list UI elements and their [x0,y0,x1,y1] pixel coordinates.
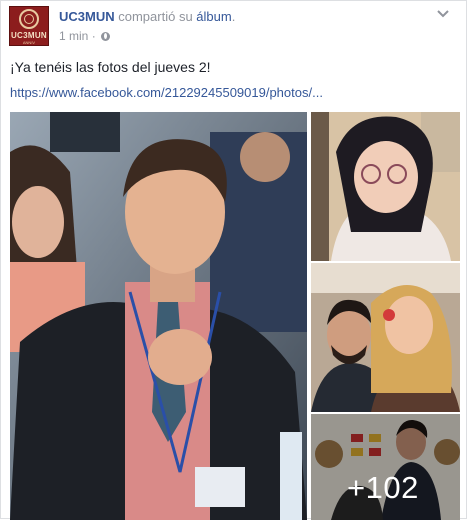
page-name-link[interactable]: UC3MUN [59,9,115,24]
seal-icon [19,9,39,29]
chevron-down-icon[interactable] [437,9,449,19]
trailing-punctuation: . [231,9,236,24]
post-meta: 1 min · [59,29,111,43]
post-header: UC3MUN ANNIV UC3MUN compartió su álbum. … [9,6,449,46]
more-photos-count[interactable]: +102 [347,470,419,506]
post-timestamp[interactable]: 1 min [59,29,88,43]
action-text: compartió su [118,9,193,24]
globe-icon[interactable] [101,32,111,41]
meta-separator: · [91,29,96,43]
photos-url-link[interactable]: https://www.facebook.com/21229245509019/… [10,85,323,100]
album-photo-main[interactable] [10,112,307,520]
post-title-line: UC3MUN compartió su álbum. [59,9,235,24]
avatar-logo-subtext: ANNIV [22,40,36,45]
album-link[interactable]: álbum [196,9,231,24]
album-photo-top-right[interactable] [311,112,460,261]
album-photo-middle-right[interactable] [311,263,460,412]
page-avatar[interactable]: UC3MUN ANNIV [9,6,49,46]
album-photo-bottom-right[interactable]: +102 [311,414,460,520]
album-share-post: UC3MUN ANNIV UC3MUN compartió su álbum. … [0,0,467,520]
avatar-logo-text: UC3MUN [10,31,48,40]
post-status-text: ¡Ya tenéis las fotos del jueves 2! [10,59,211,75]
